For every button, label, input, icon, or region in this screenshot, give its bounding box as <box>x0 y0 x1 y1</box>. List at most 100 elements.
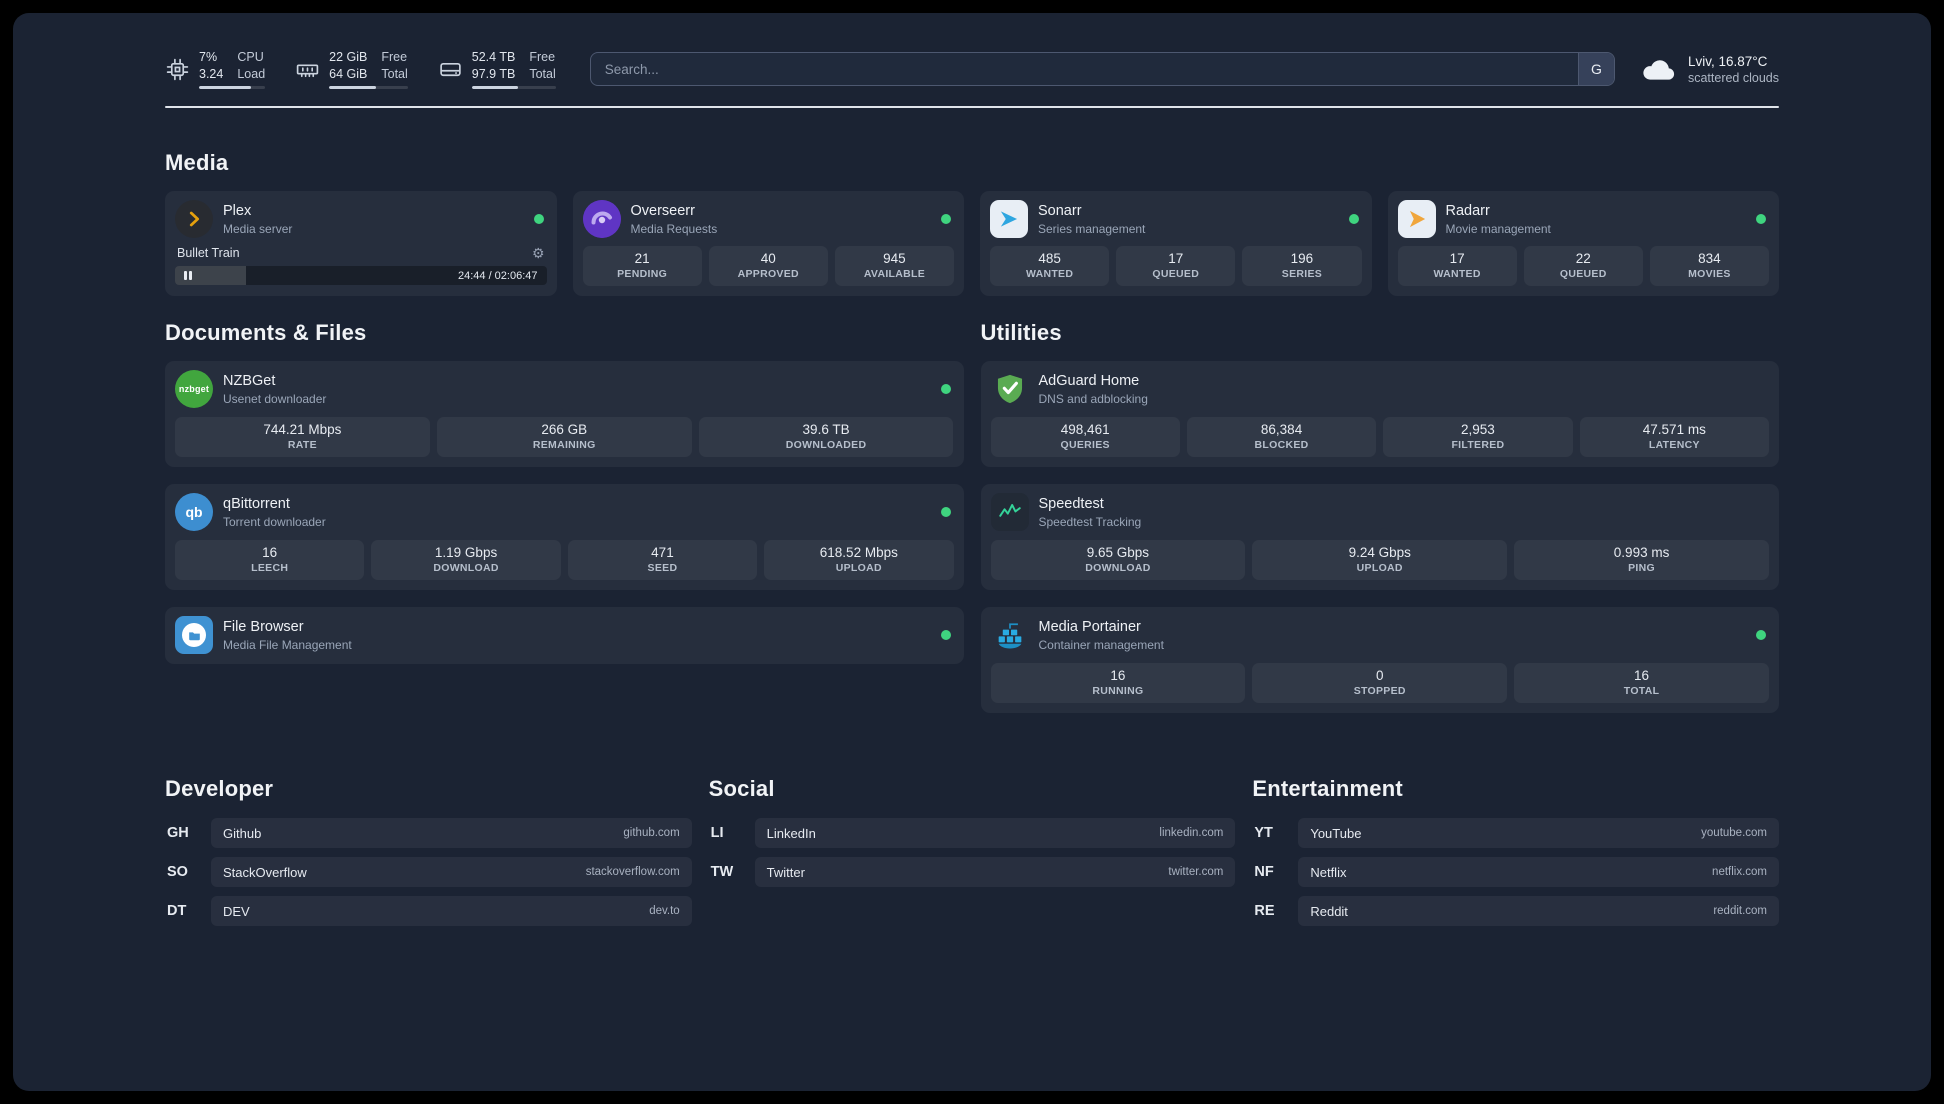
stat-label: BLOCKED <box>1254 439 1309 451</box>
stat-tile: 744.21 Mbps RATE <box>175 417 430 457</box>
stat-value: 471 <box>651 545 674 560</box>
card-subtitle: Container management <box>1038 638 1164 653</box>
bookmark-url: twitter.com <box>1168 866 1224 878</box>
cloud-icon <box>1643 59 1675 80</box>
stat-value: 744.21 Mbps <box>263 422 342 437</box>
bookmark-dev[interactable]: DT DEV dev.to <box>165 896 692 926</box>
stat-value: 0.993 ms <box>1613 545 1670 560</box>
stat-label: AVAILABLE <box>863 268 926 280</box>
search-input[interactable] <box>590 53 1578 85</box>
stat-tile: 196 SERIES <box>1242 246 1362 286</box>
radarr-card[interactable]: Radarr Movie management 17 WANTED 22 QUE… <box>1387 191 1779 296</box>
memory-free-value: 22 GiB <box>329 50 368 65</box>
plex-card[interactable]: Plex Media server Bullet Train ⚙ 24:44 /… <box>165 191 557 296</box>
disk-usage-bar <box>471 85 556 89</box>
bookmark-name: Netflix <box>1310 864 1347 880</box>
sonarr-card[interactable]: Sonarr Series management 485 WANTED 17 Q… <box>980 191 1372 296</box>
stat-tile: 39.6 TB DOWNLOADED <box>698 417 954 457</box>
bookmark-reddit[interactable]: RE Reddit reddit.com <box>1252 896 1780 926</box>
card-subtitle: Media File Management <box>223 638 352 653</box>
radarr-icon <box>1397 200 1436 238</box>
card-title: Media Portainer <box>1038 618 1141 635</box>
card-subtitle: Torrent downloader <box>223 515 326 530</box>
stat-tile: 0 STOPPED <box>1252 663 1508 703</box>
card-subtitle: DNS and adblocking <box>1038 392 1148 407</box>
gear-icon[interactable]: ⚙ <box>532 246 545 260</box>
nzbget-card[interactable]: nzbget NZBGet Usenet downloader 744.21 M… <box>165 361 964 467</box>
stat-value: 618.52 Mbps <box>819 545 898 560</box>
nzbget-icon: nzbget <box>175 370 213 408</box>
stat-value: 1.19 Gbps <box>434 545 498 560</box>
qbittorrent-card[interactable]: qb qBittorrent Torrent downloader 16 LEE… <box>165 484 964 590</box>
bookmark-url: youtube.com <box>1701 827 1768 839</box>
stat-tile: 16 LEECH <box>175 540 365 580</box>
stat-value: 40 <box>760 251 776 266</box>
overseerr-card[interactable]: Overseerr Media Requests 21 PENDING 40 A… <box>572 191 964 296</box>
bookmark-abbr: RE <box>1254 903 1275 919</box>
sonarr-icon <box>990 200 1028 238</box>
section-title-utilities: Utilities <box>980 320 1062 345</box>
cpu-icon <box>166 58 189 80</box>
cpu-usage-value: 7% <box>199 50 218 65</box>
stat-value: 17 <box>1449 251 1465 266</box>
bookmark-stackoverflow[interactable]: SO StackOverflow stackoverflow.com <box>165 857 692 887</box>
speedtest-card[interactable]: Speedtest Speedtest Tracking 9.65 Gbps D… <box>980 484 1779 590</box>
stat-label: PENDING <box>617 268 668 280</box>
playback-time: 24:44 / 02:06:47 <box>457 269 538 282</box>
stat-value: 86,384 <box>1260 422 1303 437</box>
bookmark-abbr: GH <box>167 825 189 841</box>
filebrowser-icon <box>175 616 213 654</box>
stat-tile: 1.19 Gbps DOWNLOAD <box>371 540 561 580</box>
bookmark-url: netflix.com <box>1712 866 1768 878</box>
stat-value: 9.24 Gbps <box>1348 545 1411 560</box>
cpu-label: CPU <box>237 50 264 65</box>
cpu-load-label: Load <box>237 66 266 81</box>
stat-label: LEECH <box>251 562 289 574</box>
card-subtitle: Movie management <box>1445 222 1551 237</box>
topbar: 7% 3.24 CPU Load 22 GiB 64 GiB Free Tota… <box>165 47 1779 91</box>
search-provider-button[interactable]: G <box>1577 53 1614 85</box>
disk-total-value: 97.9 TB <box>471 66 516 81</box>
stat-label: QUEUED <box>1152 268 1200 280</box>
filebrowser-card[interactable]: File Browser Media File Management <box>165 607 964 664</box>
qbittorrent-icon: qb <box>175 493 213 531</box>
cpu-usage-bar <box>199 85 266 89</box>
stat-label: REMAINING <box>532 439 596 451</box>
card-title: Overseerr <box>630 202 695 219</box>
disk-widget: 52.4 TB 97.9 TB Free Total <box>438 49 556 89</box>
card-subtitle: Media server <box>223 222 293 237</box>
stat-tile: 22 QUEUED <box>1523 246 1643 286</box>
bookmark-github[interactable]: GH Github github.com <box>165 818 692 848</box>
bookmark-name: LinkedIn <box>766 825 816 841</box>
dashboard: 7% 3.24 CPU Load 22 GiB 64 GiB Free Tota… <box>13 13 1931 1091</box>
bookmark-youtube[interactable]: YT YouTube youtube.com <box>1252 818 1780 848</box>
bookmark-abbr: DT <box>167 903 187 919</box>
stat-tile: 17 WANTED <box>1397 246 1517 286</box>
bookmark-abbr: NF <box>1254 864 1274 880</box>
memory-usage-bar <box>329 85 408 89</box>
entertainment-column: Entertainment YT YouTube youtube.com NF … <box>1252 776 1780 935</box>
bookmark-url: reddit.com <box>1713 905 1768 917</box>
pause-icon[interactable] <box>183 271 193 280</box>
documents-column: Documents & Files nzbget NZBGet Usenet d… <box>165 320 964 730</box>
weather-location: Lviv, 16.87°C <box>1687 53 1768 69</box>
stat-label: QUEUED <box>1559 268 1607 280</box>
status-dot <box>940 507 951 517</box>
stat-tile: 618.52 Mbps UPLOAD <box>764 540 954 580</box>
bookmark-name: Github <box>223 825 262 841</box>
stat-label: TOTAL <box>1623 685 1660 697</box>
stat-tile: 834 MOVIES <box>1649 246 1770 286</box>
bookmark-netflix[interactable]: NF Netflix netflix.com <box>1252 857 1780 887</box>
adguard-card[interactable]: AdGuard Home DNS and adblocking 498,461 … <box>980 361 1779 467</box>
stat-value: 2,953 <box>1461 422 1495 437</box>
bookmark-linkedin[interactable]: LI LinkedIn linkedin.com <box>709 818 1236 848</box>
bookmark-twitter[interactable]: TW Twitter twitter.com <box>709 857 1236 887</box>
bookmark-url: github.com <box>623 827 680 839</box>
stat-value: 16 <box>1110 668 1126 683</box>
playback-progress-bar[interactable]: 24:44 / 02:06:47 <box>175 266 547 285</box>
portainer-card[interactable]: Media Portainer Container management 16 … <box>980 607 1779 713</box>
stat-value: 22 <box>1575 251 1591 266</box>
plex-icon <box>175 200 213 238</box>
stat-tile: 945 AVAILABLE <box>834 246 955 286</box>
bookmark-abbr: LI <box>710 825 724 841</box>
